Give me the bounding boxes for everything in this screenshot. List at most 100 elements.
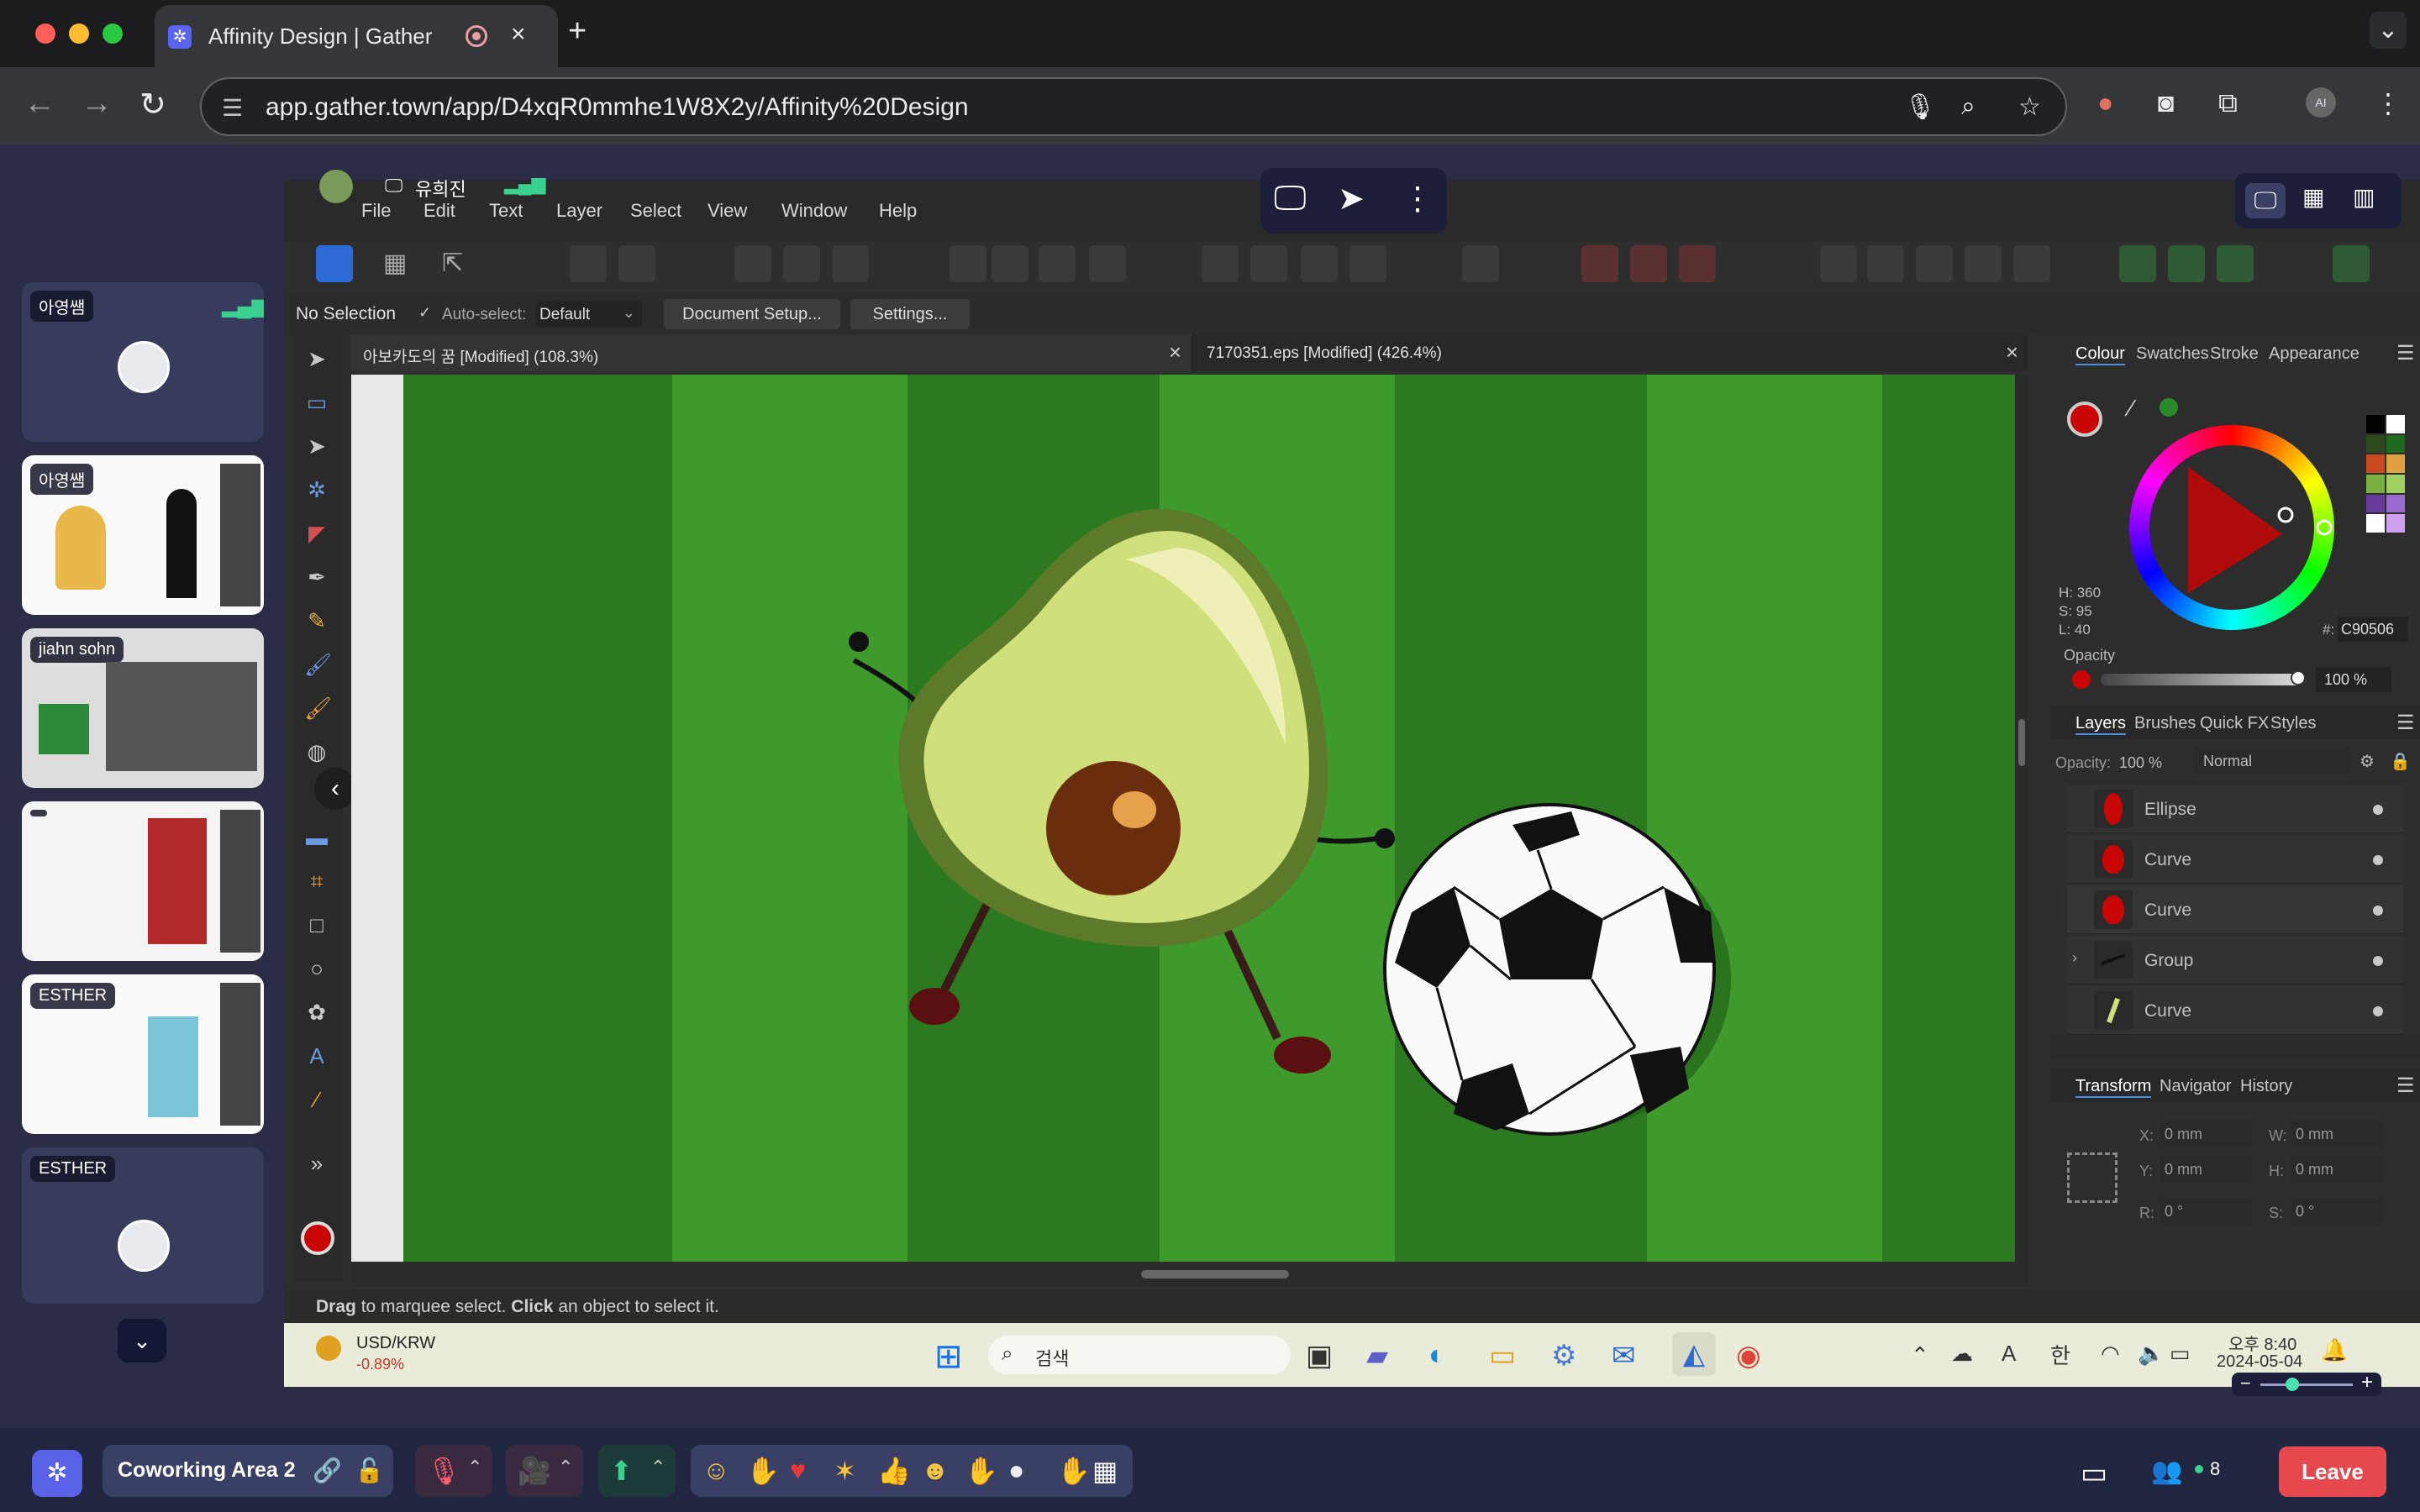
- horizontal-scrollbar[interactable]: [351, 1262, 2028, 1287]
- blend-mode-dropdown[interactable]: Normal: [2195, 748, 2349, 774]
- document-tab-active[interactable]: 아보카도의 꿈 [Modified] (108.3%) ×: [351, 334, 1192, 371]
- mail-icon[interactable]: ✉: [1612, 1339, 1636, 1373]
- grid-view-icon[interactable]: ▦: [2302, 183, 2324, 211]
- tab-history[interactable]: History: [2240, 1077, 2292, 1096]
- toolbar-button[interactable]: [1349, 245, 1386, 282]
- profile-avatar[interactable]: AI: [2306, 87, 2336, 118]
- slider-handle[interactable]: [2291, 670, 2306, 685]
- leave-button[interactable]: Leave: [2279, 1446, 2386, 1497]
- battery-icon[interactable]: ▭: [2170, 1341, 2191, 1367]
- extensions-puzzle-icon[interactable]: ⧉: [2218, 87, 2238, 119]
- boolean-add-button[interactable]: [2119, 245, 2156, 282]
- place-image-icon[interactable]: ▬: [304, 825, 329, 850]
- toolbar-button[interactable]: [992, 245, 1028, 282]
- task-view-icon[interactable]: ▣: [1306, 1339, 1333, 1373]
- swatch[interactable]: [2366, 434, 2385, 454]
- bookmark-star-icon[interactable]: ☆: [2018, 92, 2041, 122]
- ellipse-tool-icon[interactable]: ○: [304, 956, 329, 981]
- toolbar-button[interactable]: [570, 245, 607, 282]
- laugh-emoji-icon[interactable]: ☻: [921, 1455, 950, 1486]
- visibility-dot[interactable]: [2373, 906, 2383, 916]
- toolbar-button[interactable]: [1089, 245, 1126, 282]
- w-input[interactable]: 0 mm: [2291, 1121, 2383, 1147]
- tab-styles[interactable]: Styles: [2270, 714, 2316, 733]
- site-settings-icon[interactable]: ☰: [222, 94, 243, 122]
- swatch[interactable]: [2386, 474, 2405, 493]
- chrome-icon[interactable]: ◉: [1736, 1339, 1761, 1373]
- saturation-triangle[interactable]: [2129, 425, 2334, 630]
- shear-input[interactable]: 0 °: [2291, 1198, 2383, 1225]
- toolbar-button[interactable]: [1462, 245, 1499, 282]
- h-input[interactable]: 0 mm: [2291, 1156, 2383, 1183]
- microphone-toggle[interactable]: 🎙 ⌃: [415, 1445, 492, 1497]
- notification-bell-icon[interactable]: 🔔: [2321, 1337, 2348, 1363]
- teams-icon[interactable]: ▰: [1366, 1339, 1388, 1373]
- tab-transform[interactable]: Transform: [2075, 1077, 2152, 1098]
- swatch[interactable]: [2386, 454, 2405, 473]
- link-icon[interactable]: 🔗: [313, 1457, 342, 1484]
- panel-menu-icon[interactable]: ☰: [2396, 1074, 2415, 1098]
- toolbar-button[interactable]: [1867, 245, 1904, 282]
- screen-view-icon[interactable]: 🖵: [2245, 183, 2286, 218]
- opacity-input[interactable]: 100 %: [2316, 667, 2391, 692]
- room-button[interactable]: Coworking Area 2 🔗 🔓: [103, 1445, 393, 1497]
- crop-tool-icon[interactable]: ⌗: [304, 869, 329, 894]
- screen-share-toggle[interactable]: ⬆ ⌃: [598, 1445, 676, 1497]
- swatch[interactable]: [2366, 415, 2385, 433]
- layer-row[interactable]: Ellipse: [2067, 785, 2403, 833]
- toolbar-button[interactable]: [618, 245, 655, 282]
- zoom-slider-handle[interactable]: [2286, 1378, 2299, 1391]
- window-close-button[interactable]: [35, 24, 55, 44]
- tab-close-icon[interactable]: ×: [1169, 339, 1181, 365]
- layer-row[interactable]: › Group: [2067, 936, 2403, 984]
- point-transform-icon[interactable]: ✲: [304, 477, 329, 502]
- y-input[interactable]: 0 mm: [2160, 1156, 2252, 1183]
- tray-chevron-up-icon[interactable]: ⌃: [1911, 1342, 1929, 1368]
- lock-open-icon[interactable]: 🔓: [355, 1457, 384, 1484]
- participant-screen-tile[interactable]: ESTHER: [22, 974, 264, 1134]
- vertical-scrollbar[interactable]: [2015, 375, 2028, 1262]
- menu-window[interactable]: Window: [781, 200, 847, 222]
- toolbar-button[interactable]: [734, 245, 771, 282]
- gather-menu-icon[interactable]: ✲: [32, 1450, 82, 1497]
- menu-view[interactable]: View: [708, 200, 747, 222]
- menu-help[interactable]: Help: [879, 200, 917, 222]
- clap-emoji-icon[interactable]: ✋: [965, 1455, 998, 1487]
- document-tab[interactable]: 7170351.eps [Modified] (426.4%) ×: [1195, 334, 2028, 371]
- toolbar-button[interactable]: [1916, 245, 1953, 282]
- swatch[interactable]: [2386, 514, 2405, 533]
- font-icon[interactable]: A: [2002, 1341, 2016, 1367]
- toolbar-button[interactable]: [832, 245, 869, 282]
- document-setup-button[interactable]: Document Setup...: [664, 299, 840, 329]
- toolbar-button[interactable]: [1039, 245, 1076, 282]
- wave-emoji-icon[interactable]: ✋: [746, 1455, 780, 1487]
- settings-icon[interactable]: ⚙: [1551, 1339, 1576, 1373]
- toolbar-button[interactable]: [1581, 245, 1618, 282]
- layer-opacity-value[interactable]: 100 %: [2119, 754, 2162, 772]
- anchor-selector[interactable]: [2067, 1152, 2118, 1203]
- fill-stroke-swatch[interactable]: [2067, 402, 2102, 437]
- browser-tab[interactable]: ✲ Affinity Design | Gather ×: [155, 5, 558, 67]
- rectangle-tool-icon[interactable]: □: [304, 912, 329, 937]
- tab-appearance[interactable]: Appearance: [2269, 344, 2360, 364]
- participants-button[interactable]: 👥 8: [2151, 1457, 2220, 1486]
- tab-stroke[interactable]: Stroke: [2210, 344, 2259, 364]
- toolbar-button[interactable]: [1250, 245, 1287, 282]
- address-bar[interactable]: ☰ app.gather.town/app/D4xqR0mmhe1W8X2y/A…: [200, 77, 2067, 136]
- tab-swatches[interactable]: Swatches: [2136, 344, 2209, 364]
- tab-navigator[interactable]: Navigator: [2160, 1077, 2232, 1096]
- x-input[interactable]: 0 mm: [2160, 1121, 2252, 1147]
- text-tool-icon[interactable]: A: [304, 1043, 329, 1068]
- fill-color-swatch[interactable]: [301, 1221, 334, 1255]
- colour-wheel[interactable]: [2129, 425, 2334, 630]
- clock-time[interactable]: 오후 8:40: [2228, 1331, 2296, 1355]
- heart-emoji-icon[interactable]: ♥: [790, 1455, 806, 1486]
- taskbar-search-input[interactable]: ⌕ 검색: [988, 1336, 1291, 1374]
- swatch[interactable]: [2366, 494, 2385, 513]
- tab-layers[interactable]: Layers: [2075, 714, 2127, 735]
- layer-row[interactable]: Curve: [2067, 986, 2403, 1035]
- boolean-intersect-button[interactable]: [2217, 245, 2254, 282]
- toolbar-button[interactable]: [783, 245, 820, 282]
- window-zoom-button[interactable]: [103, 24, 123, 44]
- participant-tile[interactable]: 아영쌤 ▂▄▆: [22, 282, 264, 442]
